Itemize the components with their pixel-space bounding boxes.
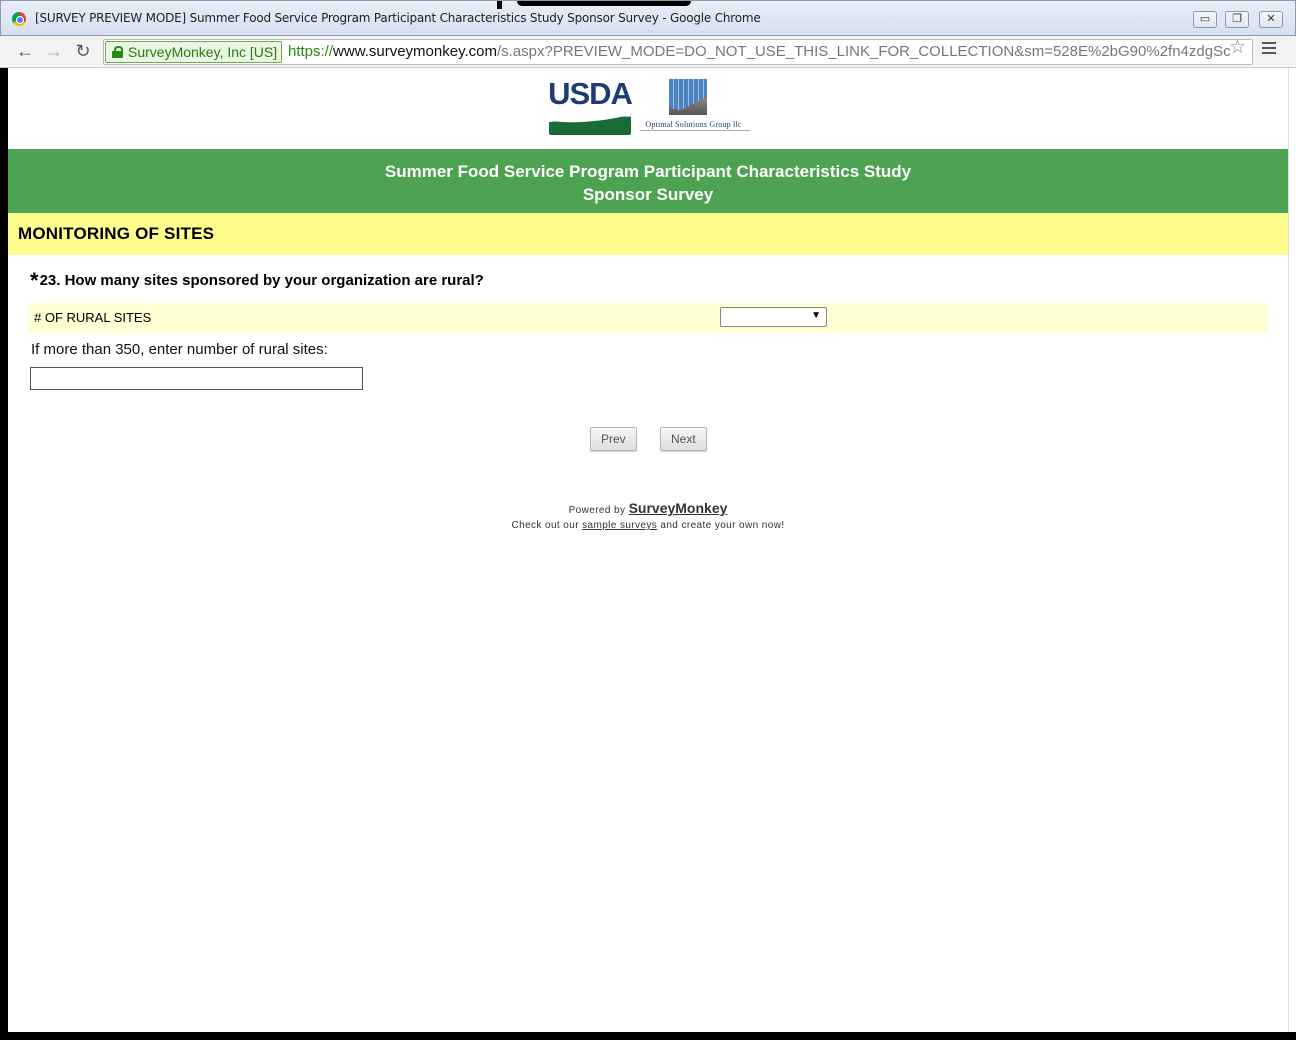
adjacent-window-edge [1288,68,1296,1032]
optimal-solutions-logo-text: Optimal Solutions Group llc [645,120,742,129]
forward-icon[interactable]: → [43,40,65,62]
minimize-button[interactable]: ▭ [1193,11,1217,28]
url-text[interactable]: https://www.surveymonkey.com/s.aspx?PREV… [288,43,1231,60]
url-scheme: https:// [288,43,334,60]
chrome-menu-icon[interactable] [1262,42,1276,56]
sample-surveys-link[interactable]: sample surveys [582,520,657,531]
survey-page: USDA Optimal Solutions Group llc Summer … [8,68,1288,1032]
address-bar[interactable]: SurveyMonkey, Inc [US] https://www.surve… [103,39,1253,65]
survey-title-line1: Summer Food Service Program Participant … [384,162,912,181]
logo-divider [640,130,750,132]
survey-title-banner: Summer Food Service Program Participant … [8,149,1288,213]
chrome-icon [12,12,26,26]
rural-sites-dropdown[interactable]: ▼ [720,307,827,327]
next-button[interactable]: Next [660,427,707,451]
dropdown-arrow-icon: ▼ [811,310,821,321]
url-path: /s.aspx?PREVIEW_MODE=DO_NOT_USE_THIS_LIN… [496,43,1231,60]
question-title: *23. How many sites sponsored by your or… [30,268,484,294]
powered-by-text: Powered by [568,505,629,516]
lock-icon [112,46,123,58]
window-title: [SURVEY PREVIEW MODE] Summer Food Servic… [35,11,761,25]
question-row: # OF RURAL SITES ▼ [28,303,1268,333]
ev-certificate-label: SurveyMonkey, Inc [US] [128,44,278,60]
browser-window: [SURVEY PREVIEW MODE] Summer Food Servic… [0,0,1296,1040]
title-bar: [SURVEY PREVIEW MODE] Summer Food Servic… [0,0,1296,36]
surveymonkey-link[interactable]: SurveyMonkey [629,500,728,516]
section-title: MONITORING OF SITES [18,224,215,243]
usda-logo-text: USDA [548,76,633,111]
powered-by-line: Powered by SurveyMonkey [8,501,1288,518]
footer: Powered by SurveyMonkey Check out our sa… [8,501,1288,533]
tab-divider [497,1,502,9]
rural-sites-label: # OF RURAL SITES [34,310,152,325]
bookmark-star-icon[interactable]: ☆ [1229,36,1246,60]
other-count-input[interactable] [30,367,363,390]
question-text: 23. How many sites sponsored by your org… [39,272,484,289]
url-host: www.surveymonkey.com [333,43,497,60]
reload-icon[interactable]: ↻ [72,40,94,62]
promo-text-end: and create your own now! [657,520,785,531]
promo-line: Check out our sample surveys and create … [8,518,1288,533]
restore-button[interactable]: ❐ [1225,11,1249,28]
sponsor-logos: USDA Optimal Solutions Group llc [548,76,750,138]
other-count-label: If more than 350, enter number of rural … [31,341,328,358]
ev-certificate-badge[interactable]: SurveyMonkey, Inc [US] [105,41,283,63]
required-asterisk: * [30,268,39,293]
prev-button[interactable]: Prev [590,427,637,451]
survey-title-line2: Sponsor Survey [582,185,714,204]
browser-toolbar: ← → ↻ SurveyMonkey, Inc [US] https://www… [0,36,1296,68]
back-icon[interactable]: ← [14,40,36,62]
tab-strip [517,1,691,6]
page-section-header: MONITORING OF SITES [8,213,1288,255]
promo-text-start: Check out our [511,520,583,531]
optimal-solutions-logo-icon [669,79,707,115]
usda-wave-graphic [549,109,631,135]
usda-logo: USDA [548,76,633,136]
close-button[interactable]: ✕ [1259,11,1283,28]
